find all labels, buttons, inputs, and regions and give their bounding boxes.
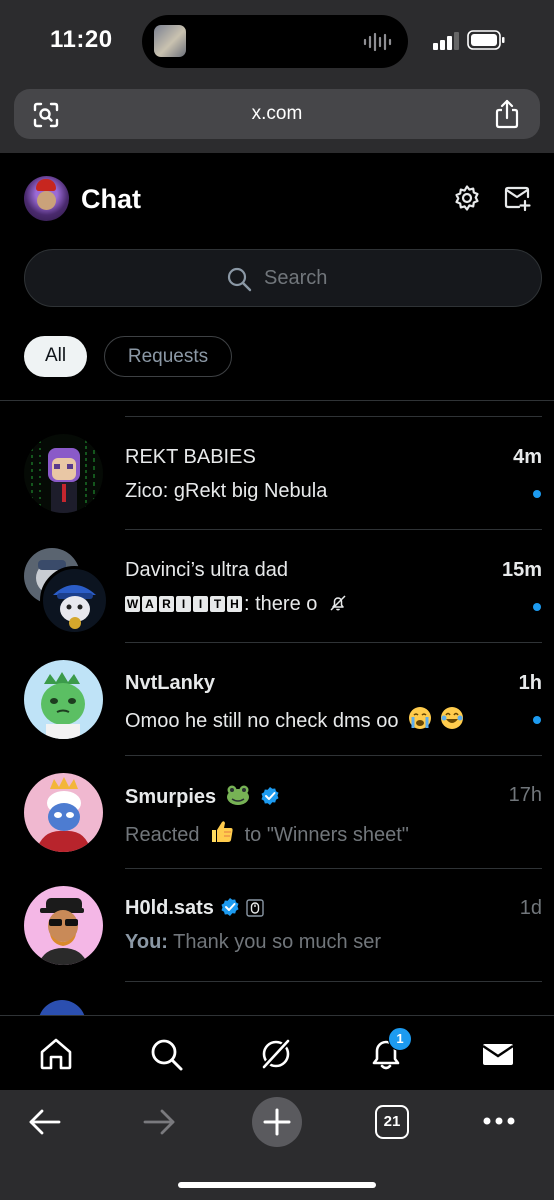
conversation-row[interactable]: Smurpies 17h Reacted to "Winners sheet" [0, 784, 554, 896]
preview-text: : there o [244, 593, 318, 615]
back-arrow-icon[interactable] [28, 1108, 62, 1136]
row-divider [125, 868, 542, 869]
more-options-icon[interactable] [482, 1116, 516, 1126]
filter-chip-requests[interactable]: Requests [104, 336, 232, 377]
profile-avatar[interactable] [24, 176, 69, 221]
now-playing-artwork [154, 25, 186, 57]
sender-tag: WARIITH [125, 593, 244, 615]
url-text: x.com [251, 103, 303, 124]
thumbs-up-emoji-icon [212, 821, 233, 842]
sender-tag-letter: R [159, 596, 174, 612]
address-bar[interactable]: x.com [14, 89, 540, 139]
audio-wave-icon [363, 32, 392, 52]
preview-sender: You: [125, 931, 168, 953]
crying-face-emoji-icon [409, 707, 432, 729]
explore-search-icon[interactable] [148, 1036, 184, 1072]
conversation-preview: You: Thank you so much ser [125, 931, 381, 954]
verified-badge-icon [261, 787, 279, 805]
conversation-name: REKT BABIES [125, 446, 256, 468]
sender-tag-letter: W [125, 596, 140, 612]
status-time: 11:20 [50, 26, 113, 53]
preview-text-before: Reacted [125, 824, 200, 846]
avatar-face [37, 191, 56, 210]
conversation-name-text: Smurpies [125, 786, 217, 808]
bottom-tab-bar [0, 1015, 554, 1091]
search-placeholder: Search [264, 267, 328, 289]
muted-bell-icon [330, 595, 346, 611]
sender-tag-letter: I [193, 596, 208, 612]
conversation-preview: WARIITH: there o [125, 593, 347, 616]
conversation-time: 15m [501, 559, 542, 581]
conversation-time: 1d [519, 897, 542, 919]
unread-indicator [533, 603, 541, 611]
browser-address-area: x.com [0, 80, 554, 153]
verified-badge-icon [221, 898, 239, 916]
row-divider [125, 642, 542, 643]
row-divider [125, 981, 542, 982]
automated-bot-badge-icon [246, 899, 264, 917]
home-icon[interactable] [38, 1036, 74, 1072]
conversation-row[interactable]: NvtLanky 1h Omoo he still no check dms o… [0, 672, 554, 784]
frog-emoji-icon [226, 785, 249, 805]
new-message-icon[interactable] [504, 184, 532, 212]
next-row-avatar-partial [38, 1000, 86, 1015]
conversation-name: H0ld.sats [125, 897, 264, 920]
conversation-preview: Zico: gRekt big Nebula [125, 480, 328, 502]
home-indicator [178, 1182, 376, 1188]
search-input[interactable]: Search [24, 249, 542, 307]
unread-indicator [533, 716, 541, 724]
section-divider [0, 400, 554, 401]
filter-chip-all[interactable]: All [24, 336, 87, 377]
conversation-preview: Omoo he still no check dms oo [125, 706, 468, 733]
unread-indicator [533, 490, 541, 498]
preview-text: Thank you so much ser [167, 931, 382, 953]
preview-text-after: to "Winners sheet" [244, 824, 409, 846]
sender-tag-letter: T [210, 596, 225, 612]
new-tab-plus-icon[interactable] [251, 1096, 303, 1148]
status-bar: 11:20 [0, 0, 554, 80]
sender-tag-letter: I [176, 596, 191, 612]
preview-text: Omoo he still no check dms oo [125, 710, 399, 732]
share-icon[interactable] [494, 99, 520, 129]
conversation-name-text: H0ld.sats [125, 897, 214, 919]
row-divider [125, 755, 542, 756]
dynamic-island [142, 15, 408, 68]
conversation-name: NvtLanky [125, 672, 216, 694]
sender-tag-letter: H [227, 596, 242, 612]
conversation-name: Smurpies [125, 784, 280, 809]
settings-gear-icon[interactable] [453, 184, 481, 212]
joy-face-emoji-icon [441, 707, 464, 729]
avatar-hat [36, 179, 56, 191]
forward-arrow-icon[interactable] [142, 1108, 176, 1136]
sender-tag-letter: A [142, 596, 157, 612]
row-divider [125, 416, 542, 417]
conversation-time: 4m [513, 446, 542, 468]
messages-envelope-icon[interactable] [480, 1036, 516, 1072]
conversation-row[interactable]: Davinci’s ultra dad 15m WARIITH: there o [0, 559, 554, 671]
row-divider [125, 529, 542, 530]
conversation-time: 17h [508, 784, 542, 806]
tab-count-button[interactable]: 21 [375, 1105, 409, 1139]
conversation-row[interactable]: REKT BABIES 4m Zico: gRekt big Nebula [0, 446, 554, 558]
battery-icon [467, 30, 505, 50]
conversation-time: 1h [518, 672, 542, 694]
cellular-signal-icon [433, 32, 459, 50]
search-icon [227, 267, 252, 292]
conversation-row[interactable]: H0ld.sats 1d You: Thank you so much ser [0, 897, 554, 1009]
grok-icon[interactable] [258, 1036, 294, 1072]
conversation-name: Davinci’s ultra dad [125, 559, 289, 581]
conversation-preview: Reacted to "Winners sheet" [125, 818, 409, 847]
notification-count-badge: 1 [388, 1027, 412, 1051]
page-title: Chat [81, 184, 141, 214]
